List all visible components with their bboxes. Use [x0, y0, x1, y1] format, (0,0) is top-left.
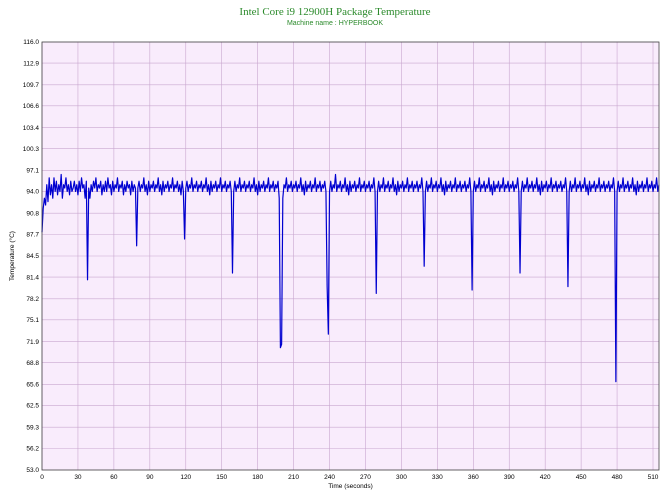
y-tick-label: 109.7	[23, 82, 40, 89]
y-tick-label: 87.7	[26, 231, 39, 238]
x-tick-label: 120	[180, 474, 191, 481]
y-tick-label: 62.5	[26, 403, 39, 410]
y-tick-label: 100.3	[23, 146, 40, 153]
y-tick-label: 59.3	[26, 424, 39, 431]
y-tick-label: 81.4	[26, 274, 39, 281]
y-tick-label: 53.0	[26, 467, 39, 474]
x-tick-label: 420	[540, 474, 551, 481]
x-tick-label: 270	[360, 474, 371, 481]
y-tick-label: 84.5	[26, 253, 39, 260]
y-tick-label: 68.8	[26, 360, 39, 367]
x-axis-ticks: 0 30 60 90 120 150 180 210 240 270 300 330 360 390 420…	[40, 474, 659, 481]
y-tick-label: 71.9	[26, 339, 39, 346]
x-tick-label: 210	[288, 474, 299, 481]
y-axis-label: Temperature (°C)	[8, 231, 16, 281]
x-tick-label: 480	[612, 474, 623, 481]
x-tick-label: 240	[324, 474, 335, 481]
y-tick-label: 94.0	[26, 189, 39, 196]
x-tick-label: 360	[468, 474, 479, 481]
x-tick-label: 30	[74, 474, 82, 481]
x-tick-label: 390	[504, 474, 515, 481]
y-tick-label: 78.2	[26, 296, 39, 303]
x-tick-label: 60	[110, 474, 118, 481]
x-tick-label: 90	[146, 474, 154, 481]
x-tick-label: 510	[648, 474, 659, 481]
x-tick-label: 330	[432, 474, 443, 481]
y-tick-label: 90.8	[26, 210, 39, 217]
x-tick-label: 180	[252, 474, 263, 481]
x-tick-label: 0	[40, 474, 44, 481]
x-tick-label: 450	[576, 474, 587, 481]
y-tick-label: 103.4	[23, 125, 40, 132]
x-tick-label: 300	[396, 474, 407, 481]
y-tick-label: 97.1	[26, 168, 39, 175]
y-tick-label: 112.9	[23, 60, 39, 67]
x-axis-label: Time (seconds)	[328, 483, 373, 490]
y-axis-ticks: 53.0 56.2 59.3 62.5 65.6 68.8 71.9 75.1 78.2 81.4…	[23, 39, 40, 474]
y-tick-label: 56.2	[26, 445, 39, 452]
y-tick-label: 106.6	[23, 103, 40, 110]
y-tick-label: 116.0	[23, 39, 39, 46]
temperature-chart: 53.0 56.2 59.3 62.5 65.6 68.8 71.9 75.1 78.2 81.4…	[8, 39, 660, 490]
y-tick-label: 65.6	[26, 382, 39, 389]
x-tick-label: 150	[216, 474, 227, 481]
y-tick-label: 75.1	[26, 317, 39, 324]
